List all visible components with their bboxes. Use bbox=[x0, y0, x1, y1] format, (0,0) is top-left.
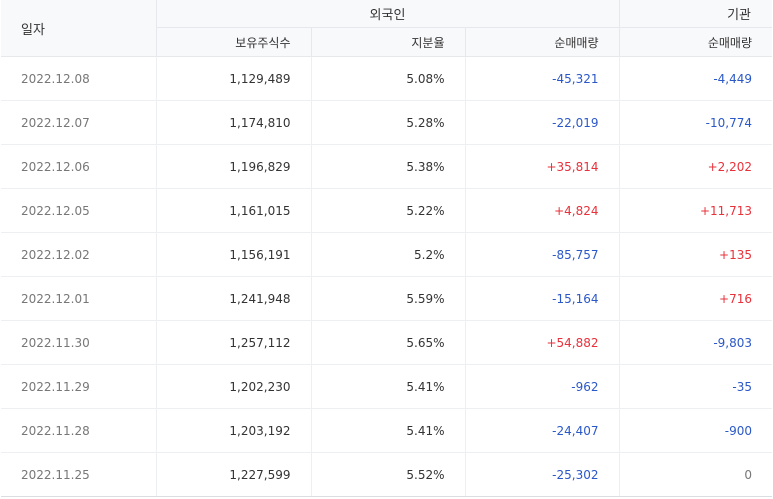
cell-share: 5.2% bbox=[311, 232, 466, 277]
header-foreign-group: 외국인 bbox=[156, 0, 620, 28]
header-foreign-net: 순매매량 bbox=[465, 27, 620, 57]
cell-date: 2022.12.08 bbox=[1, 56, 157, 101]
cell-inst-net: -4,449 bbox=[619, 56, 772, 101]
cell-holdings: 1,203,192 bbox=[156, 408, 312, 453]
cell-date: 2022.12.02 bbox=[1, 232, 157, 277]
cell-foreign-net: -25,302 bbox=[465, 452, 620, 497]
cell-date: 2022.12.07 bbox=[1, 100, 157, 145]
cell-inst-net: -900 bbox=[619, 408, 772, 453]
table-row: 2022.11.25 1,227,599 5.52% -25,302 0 bbox=[1, 452, 772, 497]
cell-holdings: 1,202,230 bbox=[156, 364, 312, 409]
investor-trading-table-container: 일자 외국인 기관 보유주식수 지분율 순매매량 순매매량 2022.12.08… bbox=[0, 0, 773, 499]
cell-share: 5.22% bbox=[311, 188, 466, 233]
table-row: 2022.11.30 1,257,112 5.65% +54,882 -9,80… bbox=[1, 320, 772, 365]
cell-holdings: 1,227,599 bbox=[156, 452, 312, 497]
cell-foreign-net: -22,019 bbox=[465, 100, 620, 145]
cell-foreign-net: -24,407 bbox=[465, 408, 620, 453]
cell-share: 5.52% bbox=[311, 452, 466, 497]
cell-foreign-net: -962 bbox=[465, 364, 620, 409]
table-row: 2022.12.08 1,129,489 5.08% -45,321 -4,44… bbox=[1, 56, 772, 101]
cell-share: 5.41% bbox=[311, 408, 466, 453]
cell-holdings: 1,257,112 bbox=[156, 320, 312, 365]
cell-date: 2022.11.28 bbox=[1, 408, 157, 453]
cell-share: 5.38% bbox=[311, 144, 466, 189]
table-row: 2022.12.07 1,174,810 5.28% -22,019 -10,7… bbox=[1, 100, 772, 145]
cell-foreign-net: -45,321 bbox=[465, 56, 620, 101]
cell-date: 2022.12.05 bbox=[1, 188, 157, 233]
cell-holdings: 1,161,015 bbox=[156, 188, 312, 233]
cell-share: 5.28% bbox=[311, 100, 466, 145]
cell-foreign-net: -15,164 bbox=[465, 276, 620, 321]
cell-inst-net: -35 bbox=[619, 364, 772, 409]
investor-trading-table: 일자 외국인 기관 보유주식수 지분율 순매매량 순매매량 2022.12.08… bbox=[1, 0, 772, 497]
table-row: 2022.12.01 1,241,948 5.59% -15,164 +716 bbox=[1, 276, 772, 321]
header-inst-net: 순매매량 bbox=[619, 27, 772, 57]
cell-date: 2022.12.01 bbox=[1, 276, 157, 321]
table-row: 2022.11.29 1,202,230 5.41% -962 -35 bbox=[1, 364, 772, 409]
cell-foreign-net: +54,882 bbox=[465, 320, 620, 365]
cell-inst-net: +2,202 bbox=[619, 144, 772, 189]
cell-holdings: 1,156,191 bbox=[156, 232, 312, 277]
table-body: 2022.12.08 1,129,489 5.08% -45,321 -4,44… bbox=[1, 56, 772, 497]
cell-holdings: 1,241,948 bbox=[156, 276, 312, 321]
cell-foreign-net: +4,824 bbox=[465, 188, 620, 233]
cell-inst-net: +11,713 bbox=[619, 188, 772, 233]
cell-share: 5.59% bbox=[311, 276, 466, 321]
table-row: 2022.11.28 1,203,192 5.41% -24,407 -900 bbox=[1, 408, 772, 453]
cell-foreign-net: +35,814 bbox=[465, 144, 620, 189]
cell-holdings: 1,174,810 bbox=[156, 100, 312, 145]
cell-holdings: 1,196,829 bbox=[156, 144, 312, 189]
table-row: 2022.12.05 1,161,015 5.22% +4,824 +11,71… bbox=[1, 188, 772, 233]
table-row: 2022.12.06 1,196,829 5.38% +35,814 +2,20… bbox=[1, 144, 772, 189]
cell-date: 2022.11.25 bbox=[1, 452, 157, 497]
cell-inst-net: 0 bbox=[619, 452, 772, 497]
table-header: 일자 외국인 기관 보유주식수 지분율 순매매량 순매매량 bbox=[1, 0, 772, 57]
header-date: 일자 bbox=[1, 0, 157, 57]
header-share: 지분율 bbox=[311, 27, 466, 57]
cell-share: 5.65% bbox=[311, 320, 466, 365]
cell-share: 5.41% bbox=[311, 364, 466, 409]
cell-date: 2022.11.30 bbox=[1, 320, 157, 365]
cell-inst-net: -9,803 bbox=[619, 320, 772, 365]
cell-foreign-net: -85,757 bbox=[465, 232, 620, 277]
cell-share: 5.08% bbox=[311, 56, 466, 101]
cell-date: 2022.12.06 bbox=[1, 144, 157, 189]
cell-inst-net: -10,774 bbox=[619, 100, 772, 145]
header-holdings: 보유주식수 bbox=[156, 27, 312, 57]
cell-holdings: 1,129,489 bbox=[156, 56, 312, 101]
cell-inst-net: +135 bbox=[619, 232, 772, 277]
cell-inst-net: +716 bbox=[619, 276, 772, 321]
table-row: 2022.12.02 1,156,191 5.2% -85,757 +135 bbox=[1, 232, 772, 277]
cell-date: 2022.11.29 bbox=[1, 364, 157, 409]
header-institution-group: 기관 bbox=[619, 0, 772, 28]
